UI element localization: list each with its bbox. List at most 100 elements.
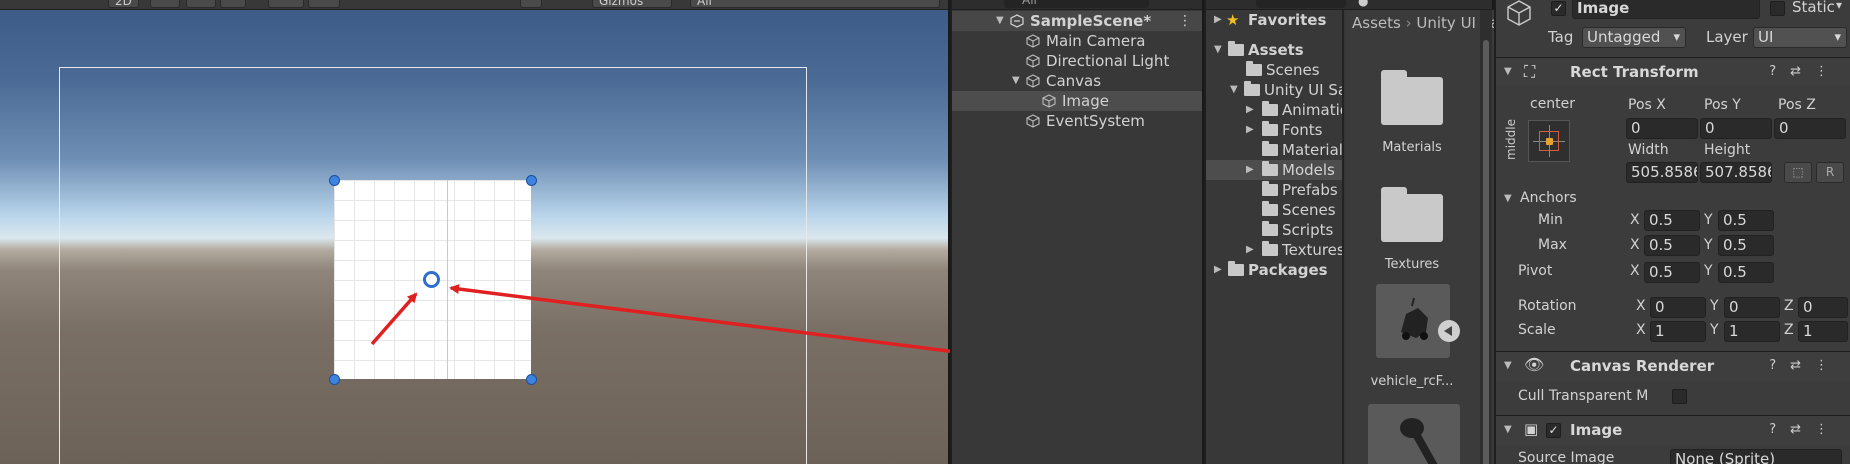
rotation-z-field[interactable]: 0 bbox=[1798, 297, 1848, 318]
asset-grid-scrollbar[interactable] bbox=[1480, 10, 1492, 464]
scene-search-input[interactable]: All bbox=[690, 0, 940, 8]
object-name-field[interactable]: Image bbox=[1572, 0, 1760, 19]
anchor-max-y-field[interactable]: 0.5 bbox=[1718, 235, 1774, 256]
scene-view[interactable]: 2D Gizmos All bbox=[0, 0, 948, 464]
rotation-x-field[interactable]: 0 bbox=[1650, 297, 1706, 318]
cull-transparent-checkbox[interactable] bbox=[1672, 389, 1687, 404]
rect-handle-top-right[interactable] bbox=[526, 175, 537, 186]
tools-icon[interactable] bbox=[520, 0, 542, 8]
expand-arrow-icon[interactable]: ▼ bbox=[1012, 71, 1020, 91]
model-thumbnail-icon[interactable] bbox=[1368, 404, 1460, 464]
anchor-max-x-field[interactable]: 0.5 bbox=[1644, 235, 1700, 256]
expand-arrow-icon[interactable]: ▼ bbox=[1504, 424, 1512, 435]
collapse-arrow-icon[interactable] bbox=[1438, 320, 1460, 342]
image-component-header[interactable]: ▼ ▣ ✓ Image ?⇄⋮ bbox=[1496, 415, 1850, 445]
width-field[interactable]: 505.8586 bbox=[1626, 162, 1698, 183]
expand-arrow-icon[interactable]: ▶ bbox=[1246, 100, 1254, 120]
hidden-objects-button[interactable] bbox=[268, 0, 304, 8]
project-search-input[interactable] bbox=[1256, 0, 1346, 8]
image-enabled-checkbox[interactable]: ✓ bbox=[1546, 423, 1561, 438]
component-menu-icons[interactable]: ?⇄⋮ bbox=[1769, 64, 1842, 79]
z-label: Z bbox=[1784, 298, 1794, 314]
breadcrumb-item[interactable]: Assets bbox=[1352, 14, 1401, 32]
pivot-x-field[interactable]: 0.5 bbox=[1644, 262, 1700, 283]
expand-arrow-icon[interactable]: ▼ bbox=[1504, 66, 1512, 77]
active-checkbox[interactable]: ✓ bbox=[1551, 1, 1566, 16]
static-label[interactable]: Static bbox=[1792, 0, 1835, 16]
pivot-y-field[interactable]: 0.5 bbox=[1718, 262, 1774, 283]
anchor-min-y-field[interactable]: 0.5 bbox=[1718, 210, 1774, 231]
rect-handle-top-left[interactable] bbox=[329, 175, 340, 186]
y-label: Y bbox=[1704, 263, 1713, 279]
tree-item-models[interactable]: ▶ Models bbox=[1206, 160, 1342, 180]
2d-toggle-button[interactable]: 2D bbox=[108, 0, 139, 8]
hierarchy-item-samplescene[interactable]: ▼ SampleScene* ⋮ bbox=[952, 11, 1202, 31]
pos-x-field[interactable]: 0 bbox=[1626, 118, 1698, 139]
rect-handle-bottom-left[interactable] bbox=[329, 374, 340, 385]
hierarchy-item-eventsystem[interactable]: EventSystem bbox=[952, 111, 1202, 131]
height-field[interactable]: 507.8586 bbox=[1700, 162, 1772, 183]
scene-menu-icon[interactable]: ⋮ bbox=[1178, 11, 1192, 31]
expand-arrow-icon[interactable]: ▶ bbox=[1246, 120, 1254, 140]
source-image-field[interactable]: None (Sprite) bbox=[1670, 449, 1842, 464]
hierarchy-item-canvas[interactable]: ▼ Canvas bbox=[952, 71, 1202, 91]
hierarchy-item-directional-light[interactable]: Directional Light bbox=[952, 51, 1202, 71]
tree-item-fonts[interactable]: ▶ Fonts bbox=[1206, 120, 1342, 140]
component-title: Rect Transform bbox=[1570, 63, 1699, 81]
rect-transform-header[interactable]: ▼ ⛶ Rect Transform ?⇄⋮ bbox=[1496, 57, 1850, 87]
expand-arrow-icon[interactable]: ▼ bbox=[1504, 193, 1512, 204]
anchor-v-label: middle bbox=[1504, 119, 1518, 160]
tag-dropdown[interactable]: Untagged bbox=[1582, 27, 1686, 48]
effects-toggle-button[interactable] bbox=[220, 0, 246, 8]
tree-item-prefabs[interactable]: Prefabs bbox=[1206, 180, 1342, 200]
tree-item-scripts[interactable]: Scripts bbox=[1206, 220, 1342, 240]
scene-toolbar: 2D Gizmos All bbox=[0, 0, 948, 10]
scale-y-field[interactable]: 1 bbox=[1724, 321, 1780, 342]
rotation-y-field[interactable]: 0 bbox=[1724, 297, 1780, 318]
lighting-toggle-button[interactable] bbox=[150, 0, 180, 8]
scale-x-field[interactable]: 1 bbox=[1650, 321, 1706, 342]
hierarchy-item-main-camera[interactable]: Main Camera bbox=[952, 31, 1202, 51]
pos-z-field[interactable]: 0 bbox=[1774, 118, 1846, 139]
tree-item-textures[interactable]: ▶ Textures bbox=[1206, 240, 1342, 260]
expand-arrow-icon[interactable]: ▶ bbox=[1214, 260, 1222, 280]
tree-item-animations[interactable]: ▶ Animatio bbox=[1206, 100, 1342, 120]
expand-arrow-icon[interactable]: ▶ bbox=[1214, 10, 1222, 30]
gizmos-dropdown[interactable]: Gizmos bbox=[592, 0, 672, 8]
static-dropdown-icon[interactable]: ▾ bbox=[1836, 0, 1842, 12]
rect-handle-bottom-right[interactable] bbox=[526, 374, 537, 385]
expand-arrow-icon[interactable]: ▼ bbox=[1214, 40, 1222, 60]
expand-arrow-icon[interactable]: ▶ bbox=[1246, 240, 1254, 260]
hierarchy-toolbar: All bbox=[952, 0, 1202, 10]
layer-dropdown[interactable]: UI bbox=[1753, 27, 1847, 48]
tree-item-unity-ui-samples[interactable]: ▼ Unity UI Sa bbox=[1206, 80, 1342, 100]
tree-item-favorites[interactable]: ▶ ★ Favorites bbox=[1206, 10, 1342, 30]
canvas-renderer-header[interactable]: ▼ 👁 Canvas Renderer ?⇄⋮ bbox=[1496, 351, 1850, 381]
tree-item-label: Material bbox=[1282, 141, 1343, 159]
tree-item-materials[interactable]: Material bbox=[1206, 140, 1343, 160]
raw-edit-button[interactable]: R bbox=[1816, 162, 1844, 183]
static-checkbox[interactable] bbox=[1770, 1, 1785, 16]
expand-arrow-icon[interactable]: ▶ bbox=[1246, 160, 1254, 180]
audio-toggle-button[interactable] bbox=[186, 0, 216, 8]
tree-item-scenes-sub[interactable]: Scenes bbox=[1206, 200, 1342, 220]
hierarchy-item-image[interactable]: Image bbox=[952, 91, 1202, 111]
expand-arrow-icon[interactable]: ▼ bbox=[996, 11, 1004, 31]
component-menu-icons[interactable]: ?⇄⋮ bbox=[1769, 358, 1842, 373]
expand-arrow-icon[interactable]: ▼ bbox=[1230, 80, 1238, 100]
grid-toggle-button[interactable] bbox=[308, 0, 340, 8]
anchor-min-x-field[interactable]: 0.5 bbox=[1644, 210, 1700, 231]
tree-item-assets[interactable]: ▼ Assets bbox=[1206, 40, 1342, 60]
expand-arrow-icon[interactable]: ▼ bbox=[1504, 360, 1512, 371]
tree-item-scenes[interactable]: Scenes bbox=[1206, 60, 1342, 80]
tree-item-packages[interactable]: ▶ Packages bbox=[1206, 260, 1342, 280]
scale-z-field[interactable]: 1 bbox=[1798, 321, 1848, 342]
scrollbar-thumb[interactable] bbox=[1483, 40, 1489, 464]
pos-y-field[interactable]: 0 bbox=[1700, 118, 1772, 139]
component-menu-icons[interactable]: ?⇄⋮ bbox=[1769, 422, 1842, 437]
filter-icon[interactable]: ● bbox=[1358, 0, 1368, 8]
hierarchy-search-input[interactable]: All bbox=[1004, 0, 1149, 8]
blueprint-mode-button[interactable]: ⬚ bbox=[1784, 162, 1812, 183]
pivot-icon[interactable] bbox=[423, 271, 440, 288]
anchor-preset-button[interactable] bbox=[1528, 120, 1570, 162]
